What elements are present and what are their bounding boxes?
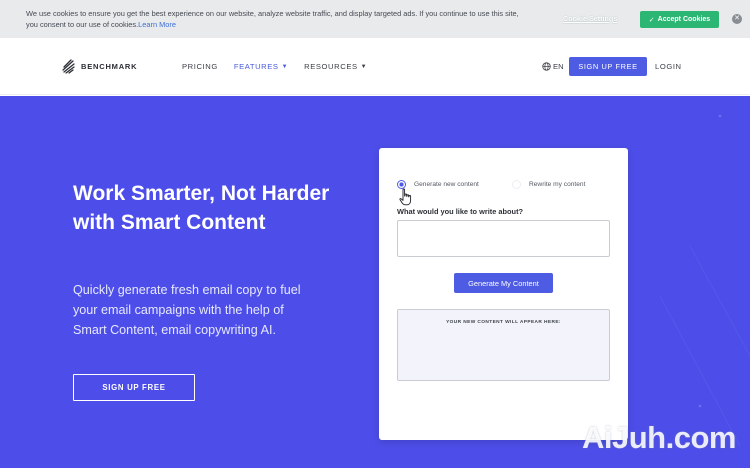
smart-content-demo-card: Generate new content Rewrite my content … [379,148,628,440]
site-header: BENCHMARK PRICING FEATURES ▼ RESOURCES ▼ E… [0,38,750,95]
signup-button-header[interactable]: SIGN UP FREE [569,57,647,76]
login-link[interactable]: LOGIN [655,62,682,71]
hero-section: Work Smarter, Not Harder with Smart Cont… [0,96,750,468]
hero-headline: Work Smarter, Not Harder with Smart Cont… [73,182,330,234]
signup-button-hero[interactable]: SIGN UP FREE [73,374,195,401]
radio-label-rewrite: Rewrite my content [529,181,586,188]
learn-more-link[interactable]: Learn More [138,20,176,29]
check-icon: ✓ [648,16,655,24]
nav-item-resources[interactable]: RESOURCES ▼ [304,62,367,71]
hero-subtext: Quickly generate fresh email copy to fue… [73,283,301,337]
nav-item-features[interactable]: FEATURES ▼ [234,62,288,71]
cookie-message-text: We use cookies to ensure you get the bes… [26,9,519,29]
content-output-area: YOUR NEW CONTENT WILL APPEAR HERE: [397,309,610,381]
generate-content-button[interactable]: Generate My Content [454,273,553,293]
accept-cookies-button[interactable]: ✓ Accept Cookies [640,11,719,28]
accept-cookies-label: Accept Cookies [657,16,711,23]
globe-icon [542,62,551,71]
cookie-settings-link[interactable]: Cookie Settings [563,14,617,23]
radio-button-unchecked[interactable] [512,180,521,189]
hand-cursor-icon [399,188,412,206]
topic-input[interactable] [397,220,610,257]
nav-item-label: FEATURES [233,62,279,71]
benchmark-logo-icon [62,59,75,74]
close-icon[interactable]: ✕ [732,14,742,24]
nav-item-label: PRICING [182,62,218,71]
main-nav: PRICING FEATURES ▼ RESOURCES ▼ [182,62,367,71]
nav-item-pricing[interactable]: PRICING [182,62,218,71]
language-label: EN [553,62,564,71]
chevron-down-icon: ▼ [281,63,289,70]
chevron-down-icon: ▼ [360,63,368,70]
logo[interactable]: BENCHMARK [62,57,137,75]
cookie-banner: We use cookies to ensure you get the bes… [0,0,750,38]
nav-item-label: RESOURCES [304,62,358,71]
watermark-text: AiJuh.com [582,420,736,455]
cookie-message: We use cookies to ensure you get the bes… [26,8,526,30]
write-about-label: What would you like to write about? [397,207,524,216]
radio-rewrite[interactable]: Rewrite my content [512,180,585,189]
logo-text: BENCHMARK [81,61,138,71]
output-placeholder: YOUR NEW CONTENT WILL APPEAR HERE: [446,320,561,325]
language-selector[interactable]: EN [542,62,564,71]
radio-label-generate-new: Generate new content [414,181,479,188]
